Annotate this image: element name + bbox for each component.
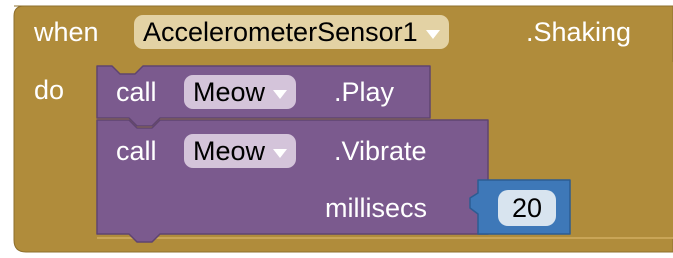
component-name: AccelerometerSensor1 — [143, 16, 418, 47]
event-name: .Shaking — [526, 17, 632, 47]
do-label: do — [34, 75, 65, 105]
component-dropdown[interactable]: AccelerometerSensor1 — [134, 15, 449, 49]
meow-dropdown[interactable]: Meow — [184, 134, 297, 168]
arg-label: millisecs — [325, 193, 428, 223]
method-name: .Vibrate — [334, 136, 427, 166]
when-label: when — [34, 17, 99, 47]
component-name: Meow — [193, 76, 266, 107]
method-name: .Play — [334, 77, 395, 107]
number-field[interactable]: 20 — [498, 190, 556, 226]
call-label: call — [116, 136, 157, 166]
component-name: Meow — [193, 135, 266, 166]
call-label: call — [116, 77, 157, 107]
chevron-down-icon — [273, 89, 288, 99]
chevron-down-icon — [425, 29, 440, 39]
meow-dropdown[interactable]: Meow — [184, 75, 297, 109]
chevron-down-icon — [273, 148, 288, 158]
